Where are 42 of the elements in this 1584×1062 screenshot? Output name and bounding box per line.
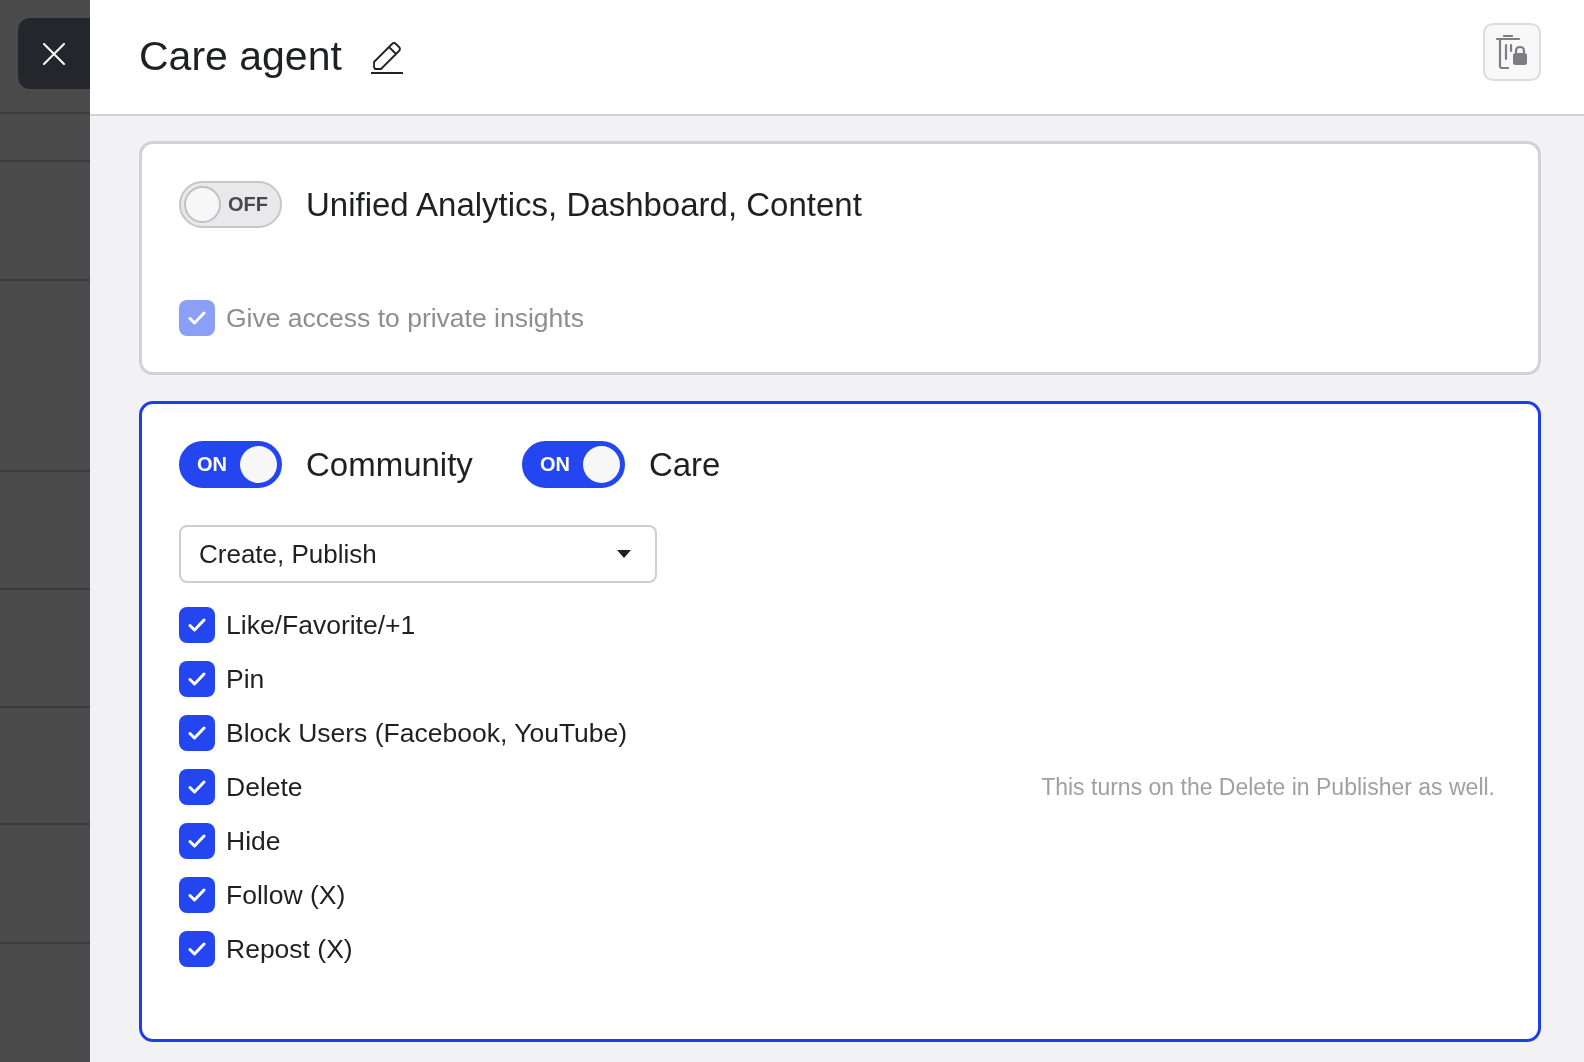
checkbox[interactable] <box>179 931 215 967</box>
permission-dropdown[interactable]: Create, Publish <box>179 525 657 583</box>
checkbox-label: Give access to private insights <box>226 302 584 334</box>
knob-icon <box>240 446 277 483</box>
pencil-icon <box>369 40 404 74</box>
delete-lock-button[interactable] <box>1483 23 1541 81</box>
close-icon <box>43 42 65 65</box>
toggle-label: Community <box>306 445 473 484</box>
check-icon <box>188 618 206 632</box>
drawer-title: Care agent <box>139 32 342 82</box>
checkbox[interactable] <box>179 877 215 913</box>
trash-lock-icon <box>1496 35 1528 69</box>
checkbox-label: Pin <box>226 663 265 695</box>
knob-icon <box>582 446 620 483</box>
checkbox-label: Follow (X) <box>226 879 346 911</box>
checkbox[interactable] <box>179 769 215 805</box>
close-button[interactable] <box>18 18 90 89</box>
check-icon <box>188 726 206 740</box>
toggle-switch[interactable]: ON <box>179 441 282 488</box>
checkbox-label: Like/Favorite/+1 <box>226 609 416 641</box>
check-icon <box>188 780 206 794</box>
checkbox[interactable] <box>179 607 215 643</box>
toggle-label: Unified Analytics, Dashboard, Content <box>306 185 862 224</box>
edit-title-button[interactable] <box>369 40 404 74</box>
check-icon <box>188 942 206 956</box>
checkbox[interactable] <box>179 823 215 859</box>
caret-icon <box>617 550 631 558</box>
checkbox-label: Hide <box>226 825 281 857</box>
hint-text: This turns on the Delete in Publisher as well. <box>1041 773 1495 801</box>
check-icon <box>188 672 206 686</box>
toggle-switch[interactable]: ON <box>521 441 625 488</box>
checkbox-label: Delete <box>226 771 303 803</box>
check-icon <box>188 888 206 902</box>
check-icon <box>188 834 206 848</box>
toggle-switch[interactable]: OFF <box>179 181 282 228</box>
knob-icon <box>184 186 221 223</box>
checkbox[interactable] <box>179 715 215 751</box>
toggle-label: Care <box>648 445 721 484</box>
checkbox-label: Repost (X) <box>226 933 353 965</box>
check-icon <box>188 311 206 325</box>
checkbox[interactable] <box>179 661 215 697</box>
checkbox-label: Block Users (Facebook, YouTube) <box>226 717 628 749</box>
